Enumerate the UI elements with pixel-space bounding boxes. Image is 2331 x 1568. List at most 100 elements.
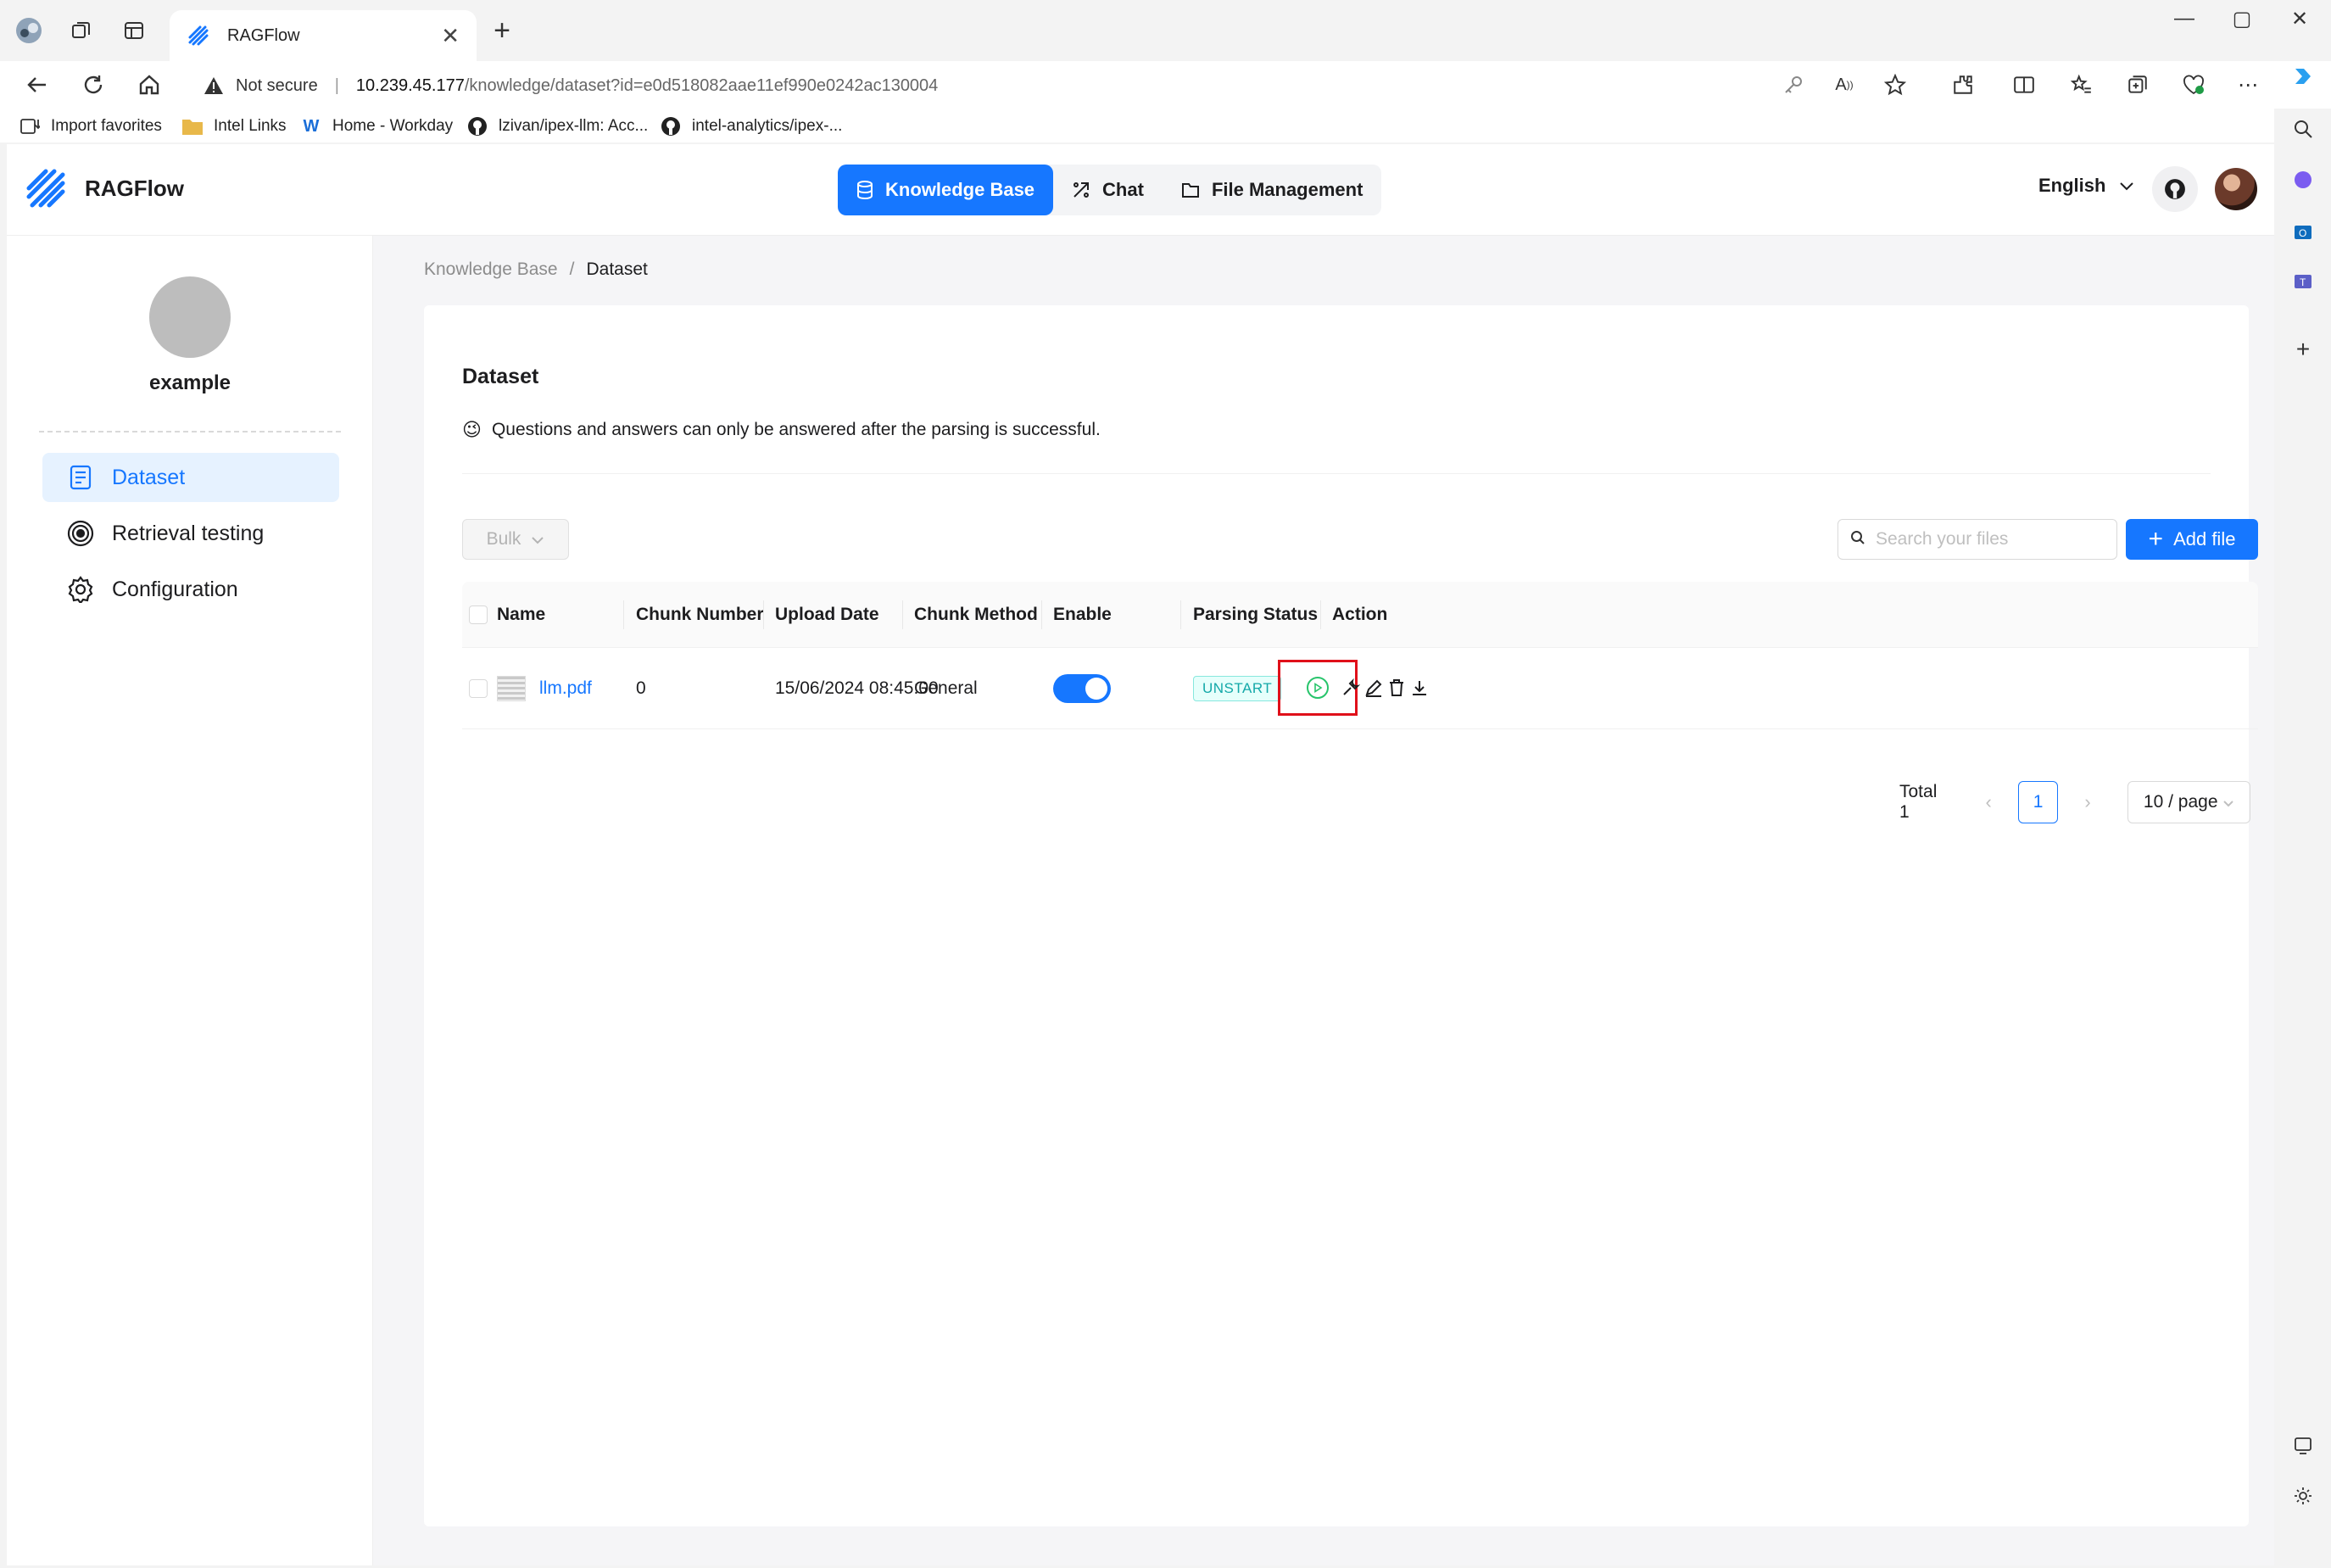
column-header-name[interactable]: Name — [497, 582, 545, 648]
sidebar-item-configuration[interactable]: Configuration — [42, 565, 339, 614]
minimize-icon[interactable]: — — [2159, 7, 2210, 31]
tool-icon[interactable] — [1340, 677, 1362, 699]
copilot-icon[interactable] — [2289, 63, 2317, 90]
add-file-button[interactable]: + Add file — [2126, 519, 2258, 560]
nav-chat[interactable]: Chat — [1053, 165, 1163, 215]
user-avatar[interactable] — [2215, 168, 2257, 210]
warning-icon[interactable]: Not secure — [204, 76, 318, 96]
folder-icon — [1181, 181, 1200, 198]
hint-text: Questions and answers can only be answer… — [491, 420, 1101, 439]
close-window-icon[interactable]: ✕ — [2274, 7, 2325, 31]
new-tab-icon[interactable]: + — [487, 15, 517, 46]
column-header-chunk-method[interactable]: Chunk Method — [914, 582, 1038, 648]
more-options-icon[interactable]: ⋯ — [2235, 72, 2261, 98]
browser-tab-ragflow[interactable]: RAGFlow ✕ — [170, 10, 477, 61]
page-number[interactable]: 1 — [2018, 781, 2059, 823]
teams-icon[interactable]: T — [2289, 268, 2317, 295]
not-secure-label: Not secure — [236, 75, 318, 95]
column-separator — [902, 600, 903, 629]
nav-file-management[interactable]: File Management — [1163, 165, 1381, 215]
refresh-icon[interactable] — [76, 68, 110, 102]
maximize-icon[interactable]: ▢ — [2217, 7, 2267, 31]
prev-page-icon[interactable]: ‹ — [1972, 791, 2005, 813]
ragflow-favicon-icon — [188, 25, 209, 46]
split-screen-icon[interactable] — [2011, 72, 2037, 98]
read-aloud-icon[interactable]: A)) — [1832, 72, 1857, 98]
browser-address-bar: Not secure | 10.239.45.177 /knowledge/da… — [0, 61, 2331, 109]
settings-icon[interactable] — [2289, 1482, 2317, 1509]
favorites-bar: Import favorites Intel Links W Home - Wo… — [0, 109, 2331, 142]
breadcrumb-knowledge-base[interactable]: Knowledge Base — [424, 259, 558, 280]
delete-icon[interactable] — [1386, 677, 1408, 699]
sidebar-item-dataset[interactable]: Dataset — [42, 453, 339, 502]
favorite-import[interactable]: Import favorites — [19, 115, 162, 137]
favorite-intel-links[interactable]: Intel Links — [181, 115, 287, 137]
plus-icon: + — [2148, 525, 2164, 553]
dataset-card: Dataset 😉 Questions and answers can only… — [424, 305, 2258, 1526]
next-page-icon[interactable]: › — [2072, 791, 2104, 813]
file-name-link[interactable]: llm.pdf — [539, 678, 592, 699]
bulk-dropdown[interactable]: Bulk — [462, 519, 569, 560]
play-icon[interactable] — [1307, 677, 1329, 699]
chat-icon — [1072, 181, 1090, 199]
edit-icon[interactable] — [1363, 677, 1385, 699]
add-sidebar-app-icon[interactable]: + — [2289, 336, 2317, 363]
url-field[interactable]: Not secure | 10.239.45.177 /knowledge/da… — [185, 66, 1742, 105]
favorites-list-icon[interactable] — [2069, 72, 2094, 98]
collections-icon[interactable] — [2125, 72, 2150, 98]
shopping-icon[interactable] — [2289, 166, 2317, 193]
extensions-icon[interactable] — [1950, 72, 1976, 98]
select-all-checkbox[interactable] — [469, 582, 488, 648]
page-size-select[interactable]: 10 / page — [2127, 781, 2251, 823]
column-header-parsing-status[interactable]: Parsing Status — [1193, 582, 1318, 648]
checkbox[interactable] — [469, 605, 488, 624]
tab-title: RAGFlow — [227, 25, 300, 45]
favorite-github-ipex[interactable]: lzivan/ipex-llm: Acc... — [466, 115, 648, 137]
workspaces-icon[interactable] — [66, 15, 97, 46]
column-header-upload-date[interactable]: Upload Date — [775, 582, 879, 648]
add-file-label: Add file — [2173, 528, 2236, 550]
sidebar-item-label: Configuration — [112, 577, 238, 601]
tab-actions-icon[interactable] — [119, 15, 149, 46]
screenshot-icon[interactable] — [2289, 1431, 2317, 1459]
search-icon[interactable] — [2289, 115, 2317, 142]
profile-icon[interactable] — [14, 15, 44, 46]
favorite-github-intel[interactable]: intel-analytics/ipex-... — [660, 115, 842, 137]
row-checkbox[interactable] — [469, 679, 488, 698]
column-header-chunk-number[interactable]: Chunk Number — [636, 582, 764, 648]
download-icon[interactable] — [1408, 677, 1430, 699]
sidebar-item-retrieval-testing[interactable]: Retrieval testing — [42, 509, 339, 558]
target-icon — [66, 519, 95, 548]
pdf-thumbnail-icon — [497, 676, 526, 701]
favorite-star-icon[interactable] — [1882, 72, 1908, 98]
chevron-down-icon — [531, 529, 544, 550]
pagination-total: Total 1 — [1899, 782, 1938, 822]
chevron-down-icon — [2119, 175, 2134, 197]
nav-knowledge-base[interactable]: Knowledge Base — [838, 165, 1054, 215]
home-icon[interactable] — [132, 68, 166, 102]
search-input[interactable] — [1876, 529, 2105, 550]
toggle-knob — [1085, 678, 1107, 700]
performance-icon[interactable] — [2181, 72, 2206, 98]
table-row: llm.pdf 0 15/06/2024 08:45:00 General UN… — [462, 648, 2258, 729]
bulk-label: Bulk — [486, 529, 521, 549]
favorite-workday[interactable]: W Home - Workday — [300, 115, 454, 137]
column-header-enable[interactable]: Enable — [1053, 582, 1112, 648]
back-icon[interactable] — [20, 68, 54, 102]
folder-icon — [181, 115, 204, 137]
sidebar-item-label: Dataset — [112, 465, 186, 489]
files-table: Name Chunk Number Upload Date Chunk Meth… — [462, 582, 2258, 729]
sidebar-item-label: Retrieval testing — [112, 521, 265, 545]
wink-emoji-icon: 😉 — [462, 419, 482, 440]
github-button[interactable] — [2152, 166, 2198, 212]
github-icon — [2165, 179, 2185, 199]
enable-toggle[interactable] — [1053, 674, 1111, 703]
language-selector[interactable]: English — [2038, 175, 2134, 197]
outlook-icon[interactable]: O — [2289, 219, 2317, 246]
close-tab-icon[interactable]: ✕ — [441, 23, 460, 49]
favorite-label: Import favorites — [51, 117, 162, 135]
key-icon[interactable] — [1781, 72, 1806, 98]
column-separator — [623, 600, 624, 629]
chunk-number-cell: 0 — [636, 678, 646, 698]
app-logo[interactable]: RAGFlow — [24, 166, 184, 210]
